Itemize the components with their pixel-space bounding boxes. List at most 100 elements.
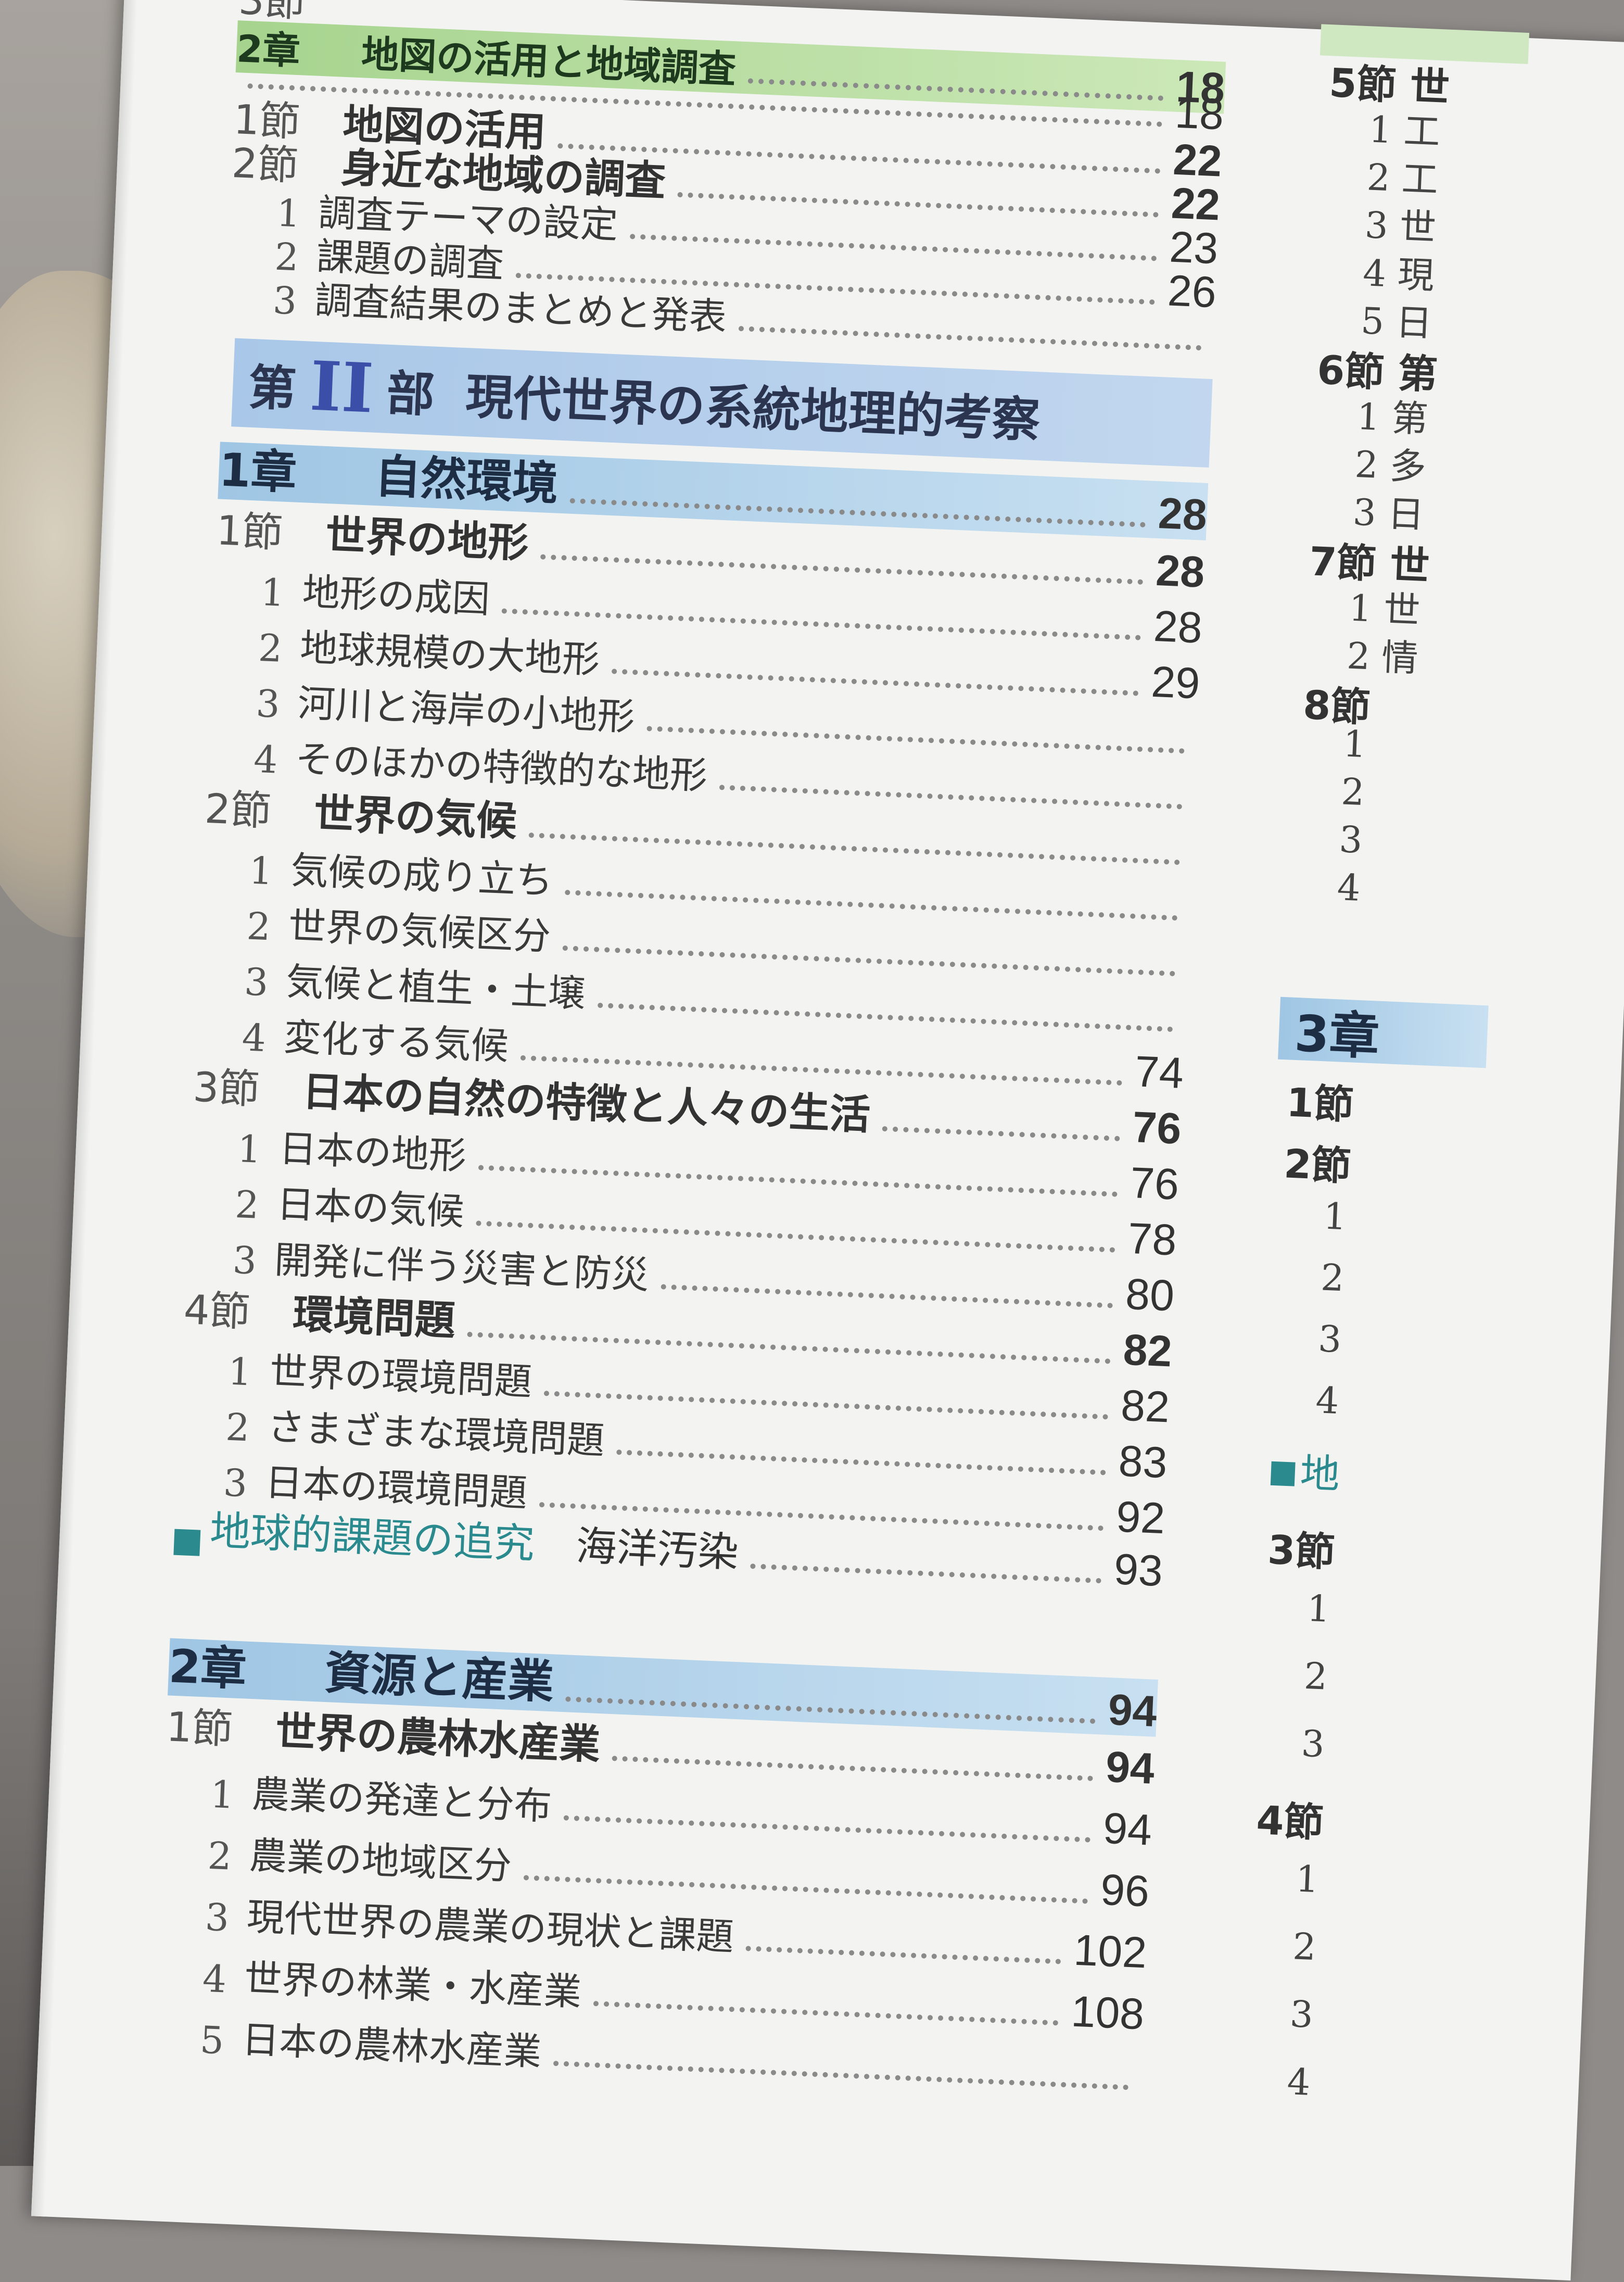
entry-number: 4 (241, 1015, 267, 1061)
leader-dots (882, 1126, 1120, 1141)
right-subsection-entry: 4 (1336, 866, 1362, 910)
part-bu: 部 (385, 365, 436, 423)
entry-number: 1 (227, 1349, 253, 1394)
entry-title: 日本の気候 (275, 1182, 465, 1234)
leader-dots (565, 1696, 1096, 1724)
right-chapter-header: 3章 (1278, 997, 1489, 1068)
right-subsection-entry: 3 (1338, 818, 1364, 862)
right-subsection-entry: 5 日 (1360, 299, 1433, 345)
right-subsection-entry: 2 工 (1366, 156, 1439, 201)
right-section-entry: 4節 (1255, 1797, 1325, 1846)
page-number: 28 (1157, 488, 1208, 539)
page-number: 94 (1107, 1685, 1158, 1736)
entry-title: 世界の林業・水産業 (243, 1956, 582, 2014)
leader-dots (553, 2060, 1129, 2090)
right-subsection-entry: 1 工 (1368, 108, 1441, 154)
page-number: 108 (1070, 1986, 1146, 2039)
right-subsection-entry: 3 (1300, 1722, 1326, 1766)
right-subsection-entry: 4 現 (1362, 251, 1435, 297)
right-section-entry: 8節 (1302, 682, 1372, 731)
entry-number: 2 (207, 1833, 233, 1878)
entry-title: 世界の気候 (313, 790, 518, 846)
entry-number: 1 (248, 848, 274, 893)
entry-title: 農業の発達と分布 (251, 1772, 553, 1829)
entry-number: 2 (257, 625, 283, 671)
entry-number: 5 (199, 2018, 225, 2063)
leader-dots (750, 1563, 1101, 1584)
part-title: 現代世界の系統地理的考察 (464, 368, 1041, 448)
right-section-entry: 6節 第 (1316, 346, 1439, 398)
part-dai: 第 (247, 359, 298, 417)
toc-right-column: 5節 世1 工2 工3 世4 現5 日 6節 第1 第2 多3 日 7節 世1 世2… (1255, 24, 1624, 2104)
right-subsection-entry: 3 (1317, 1317, 1342, 1361)
right-subsection-entry: 1 (1295, 1857, 1320, 1901)
entry-title: 現代世界の農業の現状と課題 (246, 1895, 735, 1959)
entry-title: 日本の農林水産業 (240, 2017, 542, 2074)
page-number: 92 (1115, 1492, 1166, 1543)
entry-title: 日本の地形 (278, 1126, 467, 1178)
entry-title: 環境問題 (291, 1291, 456, 1345)
chapter-title: 自然環境 (374, 449, 560, 511)
right-subsection-entry: 1 世 (1348, 586, 1421, 633)
right-subsection-entry: 2 (1303, 1654, 1328, 1698)
right-subsection-entry: 3 日 (1352, 490, 1425, 537)
toc-left-column: 3節 2章 地図の活用と地域調査 18 18 1節 地図の活用 22 2節 身近な地域の… (166, 0, 1227, 2090)
page-number: 78 (1127, 1213, 1178, 1265)
chapter-number: 1章 (218, 443, 298, 500)
right-subsection-entry: 2 (1340, 770, 1365, 814)
entry-number: 2 (246, 904, 272, 949)
right-subsection-entry: 1 第 (1356, 395, 1429, 441)
page-number: 83 (1118, 1436, 1169, 1487)
entry-number: 1 (236, 1127, 262, 1171)
right-subsection-entry: 1 (1322, 1194, 1348, 1239)
page-number: 80 (1124, 1269, 1175, 1320)
right-subsection-entry: 4 (1286, 2060, 1312, 2104)
right-section-entry: 2節 (1283, 1140, 1352, 1190)
right-subsection-entry: 2 情 (1346, 634, 1419, 680)
leader-dots (738, 325, 1202, 351)
right-section-entry: 3節 (1266, 1526, 1336, 1575)
leader-dots (523, 1875, 1088, 1904)
entry-number: 4 (201, 1956, 227, 2001)
right-subsection-entry: 3 世 (1364, 204, 1437, 249)
entry-title: 気候の成り立ち (289, 848, 554, 903)
entry-title: 世界の地形 (324, 512, 530, 568)
right-subsection-entry: 4 (1315, 1379, 1340, 1423)
chapter-number: 2章 (168, 1639, 248, 1696)
entry-number: 3節 (192, 1064, 261, 1114)
entry-title: 世界の環境問題 (269, 1349, 533, 1404)
right-section-entry: 5節 世 (1328, 59, 1451, 111)
leader-dots (612, 1756, 1093, 1781)
right-subsection-entry: 3 (1289, 1993, 1314, 2036)
page-number: 96 (1099, 1864, 1150, 1916)
entry-number: 3 (272, 278, 298, 323)
leader-dots (661, 1284, 1113, 1308)
leader-dots (745, 1946, 1061, 1964)
page-number: 18 (1174, 87, 1225, 139)
page-number: 28 (1152, 601, 1203, 652)
chapter-title: 資源と産業 (323, 1645, 555, 1709)
right-section-entry: 1節 (1285, 1079, 1355, 1128)
right-topic-label: 地 (1299, 1449, 1341, 1498)
entry-number: 4 (252, 737, 279, 782)
page-number: 93 (1113, 1544, 1164, 1596)
page-number: 29 (1150, 657, 1201, 708)
page-number: 76 (1131, 1102, 1183, 1153)
leader-dots (719, 785, 1183, 810)
page-number: 74 (1134, 1047, 1185, 1098)
entry-number: 1 (209, 1772, 235, 1817)
right-subsection-entry: 1 (1306, 1586, 1331, 1631)
right-section-entry: 7節 世 (1308, 538, 1431, 589)
square-bullet-icon (173, 1529, 201, 1556)
page-number: 82 (1122, 1325, 1173, 1376)
square-bullet-icon (1270, 1461, 1296, 1486)
topic-title: 海洋汚染 (575, 1522, 740, 1577)
entry-number: 2 (224, 1405, 251, 1450)
page-number: 28 (1154, 545, 1206, 597)
right-subsection-entry: 2 (1292, 1925, 1317, 1969)
entry-number: 3 (243, 960, 270, 1005)
right-subsection-entry: 2 多 (1354, 443, 1427, 489)
entry-number: 1節 (215, 507, 284, 557)
entry-number: 2節 (204, 785, 272, 836)
entry-number: 4節 (183, 1287, 251, 1337)
